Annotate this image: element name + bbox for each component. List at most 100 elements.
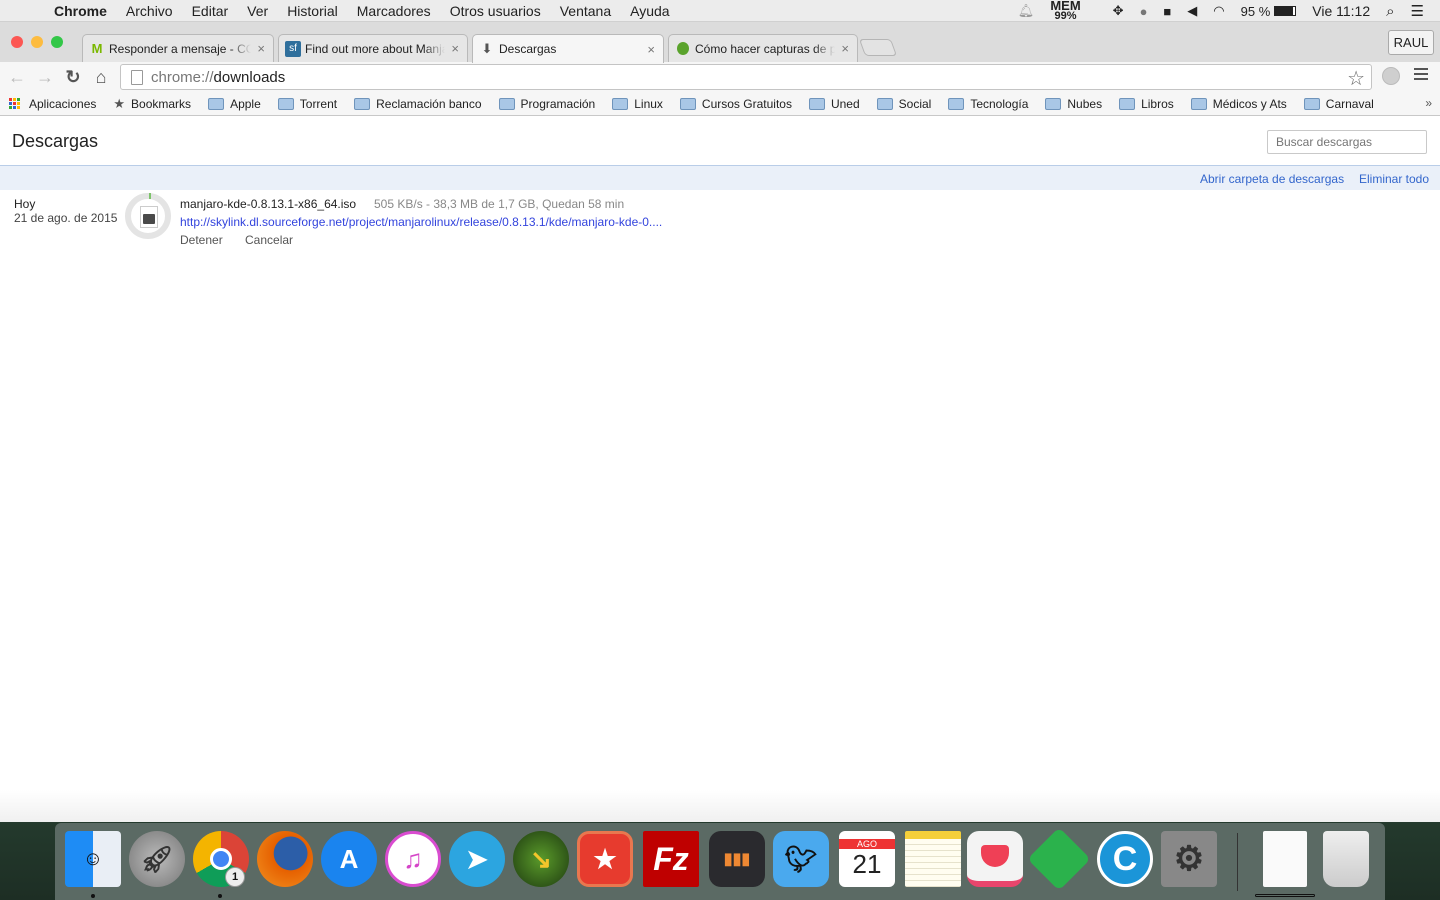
- volume-icon[interactable]: ◀: [1187, 3, 1197, 19]
- bookmark-folder-nubes[interactable]: Nubes: [1045, 97, 1102, 111]
- window-controls: [11, 36, 63, 48]
- spotlight-search-icon[interactable]: ⌕: [1386, 3, 1394, 20]
- dock-trash-icon[interactable]: [1323, 831, 1369, 887]
- download-filename[interactable]: manjaro-kde-0.8.13.1-x86_64.iso: [180, 197, 356, 211]
- clock[interactable]: Vie 11:12: [1312, 3, 1370, 19]
- profile-button[interactable]: RAUL: [1388, 30, 1434, 55]
- menu-app-name[interactable]: Chrome: [54, 3, 107, 19]
- memory-status[interactable]: MEM 99%: [1050, 0, 1096, 21]
- bookmark-folder-libros[interactable]: Libros: [1119, 97, 1174, 111]
- close-tab-icon[interactable]: ×: [841, 41, 849, 56]
- close-window-button[interactable]: [11, 36, 23, 48]
- dock-jdownloader-icon[interactable]: ↘: [513, 831, 569, 887]
- bookmark-folder-cursos-gratuitos[interactable]: Cursos Gratuitos: [679, 97, 792, 111]
- forward-arrow-icon[interactable]: →: [31, 67, 59, 88]
- tab-title: Cómo hacer capturas de pa: [695, 41, 836, 56]
- dock-notes-icon[interactable]: [905, 831, 961, 887]
- movistar-icon: M: [91, 41, 103, 56]
- pause-download-button[interactable]: Detener: [180, 233, 223, 247]
- cancel-download-button[interactable]: Cancelar: [245, 233, 293, 247]
- menu-historial[interactable]: Historial: [287, 3, 338, 19]
- bookmark-bookmarks[interactable]: ★ Bookmarks: [113, 96, 191, 112]
- menu-editar[interactable]: Editar: [192, 3, 229, 19]
- address-bar[interactable]: chrome://downloads ☆: [120, 64, 1372, 90]
- tab-find-out-manjaro[interactable]: sf Find out more about Manja ×: [278, 34, 468, 62]
- bookmark-apps[interactable]: Aplicaciones: [9, 97, 96, 111]
- home-icon[interactable]: ⌂: [87, 67, 115, 88]
- menu-marcadores[interactable]: Marcadores: [357, 3, 431, 19]
- close-tab-icon[interactable]: ×: [257, 41, 265, 56]
- address-url[interactable]: chrome://downloads: [151, 69, 285, 86]
- search-downloads-input[interactable]: [1267, 130, 1427, 154]
- sourceforge-icon: sf: [285, 40, 301, 57]
- close-tab-icon[interactable]: ×: [451, 41, 459, 56]
- bookmark-folder-apple[interactable]: Apple: [208, 97, 261, 111]
- caffeine-cup-icon[interactable]: ●: [1140, 4, 1148, 19]
- clipboard-icon[interactable]: ■: [1163, 4, 1171, 19]
- close-tab-icon[interactable]: ×: [647, 42, 655, 57]
- bookmark-folder-carnaval[interactable]: Carnaval: [1303, 97, 1374, 111]
- bookmark-label: Uned: [830, 96, 860, 111]
- bookmark-folder-torrent[interactable]: Torrent: [277, 97, 337, 111]
- wifi-icon[interactable]: ◠: [1213, 3, 1224, 19]
- bookmark-folder-uned[interactable]: Uned: [808, 96, 860, 111]
- dock-app-store-icon[interactable]: A: [321, 831, 377, 887]
- dock-tweetbot-icon[interactable]: 🐦︎: [773, 831, 829, 887]
- folder-icon: [612, 97, 629, 110]
- tab-title: Find out more about Manja: [305, 41, 446, 56]
- dock-telegram-icon[interactable]: ➤: [449, 831, 505, 887]
- dock-deezer-icon[interactable]: ▮▮▮: [709, 831, 765, 887]
- dock-system-preferences-icon[interactable]: ⚙: [1161, 831, 1217, 887]
- clear-all-link[interactable]: Eliminar todo: [1359, 172, 1429, 186]
- minimize-window-button[interactable]: [31, 36, 43, 48]
- bookmark-label: Reclamación banco: [376, 96, 482, 111]
- reload-icon[interactable]: ↻: [59, 67, 87, 88]
- bookmark-folder-social[interactable]: Social: [876, 96, 932, 111]
- menu-ventana[interactable]: Ventana: [560, 3, 611, 19]
- dock-filezilla-icon[interactable]: Fz: [643, 831, 699, 887]
- downloads-action-bar: Abrir carpeta de descargas Eliminar todo: [0, 166, 1440, 190]
- zoom-window-button[interactable]: [51, 36, 63, 48]
- dock-calendar-icon[interactable]: AGO 21: [839, 831, 895, 887]
- dock-wunderlist-icon[interactable]: ★: [577, 831, 633, 887]
- notification-bell-icon[interactable]: 🔔︎: [1018, 3, 1035, 19]
- tab-responder-mensaje[interactable]: M Responder a mensaje - CO ×: [82, 34, 274, 62]
- back-arrow-icon[interactable]: ←: [3, 67, 31, 88]
- bookmarks-overflow-chevron-icon[interactable]: »: [1425, 96, 1432, 110]
- tab-descargas[interactable]: ⬇ Descargas ×: [472, 34, 664, 63]
- notification-center-icon[interactable]: ☰: [1411, 2, 1424, 20]
- bookmark-folder-linux[interactable]: Linux: [612, 97, 663, 111]
- open-downloads-folder-link[interactable]: Abrir carpeta de descargas: [1200, 172, 1344, 186]
- menu-otros-usuarios[interactable]: Otros usuarios: [450, 3, 541, 19]
- new-tab-button[interactable]: [858, 39, 898, 56]
- folder-icon: [1190, 97, 1207, 110]
- disk-image-icon: [143, 214, 155, 224]
- dock-ccleaner-icon[interactable]: C: [1097, 831, 1153, 887]
- dock-document-icon[interactable]: [1263, 831, 1307, 887]
- menu-archivo[interactable]: Archivo: [126, 3, 173, 19]
- chrome-menu-icon[interactable]: [1414, 68, 1428, 83]
- battery-icon[interactable]: [1274, 6, 1297, 16]
- bookmark-folder-medicos-y-ats[interactable]: Médicos y Ats: [1190, 97, 1287, 111]
- tab-como-hacer-capturas[interactable]: Cómo hacer capturas de pa ×: [668, 34, 858, 62]
- download-date: 21 de ago. de 2015: [14, 211, 118, 225]
- menu-bar: Chrome Archivo Editar Ver Historial Marc…: [0, 0, 1440, 22]
- download-source-url[interactable]: http://skylink.dl.sourceforge.net/projec…: [180, 215, 662, 229]
- move-arrows-icon[interactable]: ✥: [1113, 3, 1124, 19]
- bookmark-label: Libros: [1141, 96, 1174, 111]
- bookmark-folder-tecnologia[interactable]: Tecnología: [948, 97, 1028, 111]
- dock-launchpad-icon[interactable]: 🚀︎: [129, 831, 185, 887]
- dock-pocket-icon[interactable]: [967, 831, 1023, 887]
- bookmark-label: Social: [898, 96, 932, 111]
- dock-feedly-icon[interactable]: [1027, 827, 1091, 891]
- folder-icon: [1119, 97, 1136, 110]
- menu-ver[interactable]: Ver: [247, 3, 268, 19]
- menu-ayuda[interactable]: Ayuda: [630, 3, 669, 19]
- bookmark-star-icon[interactable]: ☆: [1347, 66, 1365, 91]
- dock-itunes-icon[interactable]: ♫: [385, 831, 441, 887]
- dock-finder-icon[interactable]: ☺: [65, 831, 121, 887]
- adblock-extension-icon[interactable]: [1382, 67, 1400, 85]
- bookmark-folder-programacion[interactable]: Programación: [498, 97, 595, 111]
- bookmark-folder-reclamacion-banco[interactable]: Reclamación banco: [354, 96, 482, 111]
- dock-firefox-icon[interactable]: [257, 831, 313, 887]
